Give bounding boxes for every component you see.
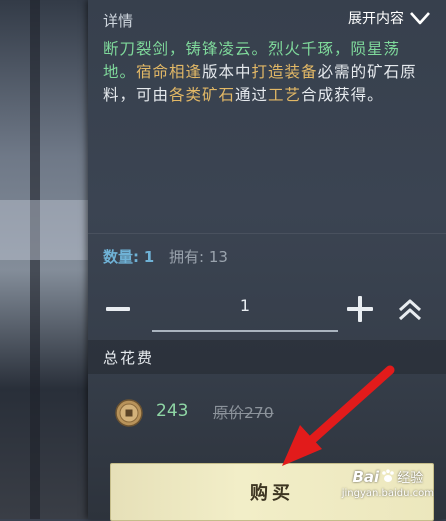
expand-content-button[interactable]: 展开内容 — [348, 8, 430, 28]
decrease-quantity-button[interactable] — [106, 297, 130, 321]
watermark-brand: Bai — [352, 468, 380, 486]
chevron-down-icon — [410, 12, 430, 25]
details-title: 详情 — [103, 12, 134, 30]
owned-label: 拥有: — [169, 248, 205, 266]
quantity-label: 数量: — [103, 248, 139, 266]
quantity-row: 数量: 1 拥有: 13 — [103, 246, 228, 267]
copper-coin-icon — [115, 399, 143, 427]
divider — [88, 233, 446, 234]
double-chevron-up-icon — [398, 299, 422, 321]
quantity-underline — [152, 330, 338, 332]
quantity-input[interactable]: 1 — [152, 296, 338, 315]
item-description: 断刀裂剑，铸锋凌云。烈火千琢，陨星荡地。宿命相逢版本中打造装备必需的矿石原料，可… — [103, 38, 431, 107]
description-segment: 版本中 — [202, 63, 252, 81]
quantity-value: 1 — [143, 248, 155, 266]
total-cost-title: 总花费 — [103, 349, 155, 367]
description-segment: 通过 — [235, 86, 269, 104]
expand-label: 展开内容 — [348, 11, 404, 27]
max-quantity-button[interactable] — [396, 296, 424, 324]
description-segment: 打造装备 — [251, 63, 318, 81]
baidu-paw-icon — [382, 469, 395, 482]
description-segment: 合成获得。 — [301, 86, 384, 104]
watermark-url: jingyan.baidu.com — [341, 488, 434, 499]
watermark-suffix: 经验 — [397, 471, 424, 486]
current-price: 243 — [156, 401, 189, 421]
baidu-jingyan-watermark: Bai 经验 jingyan.baidu.com — [342, 467, 434, 499]
description-segment: 工艺 — [268, 86, 302, 104]
description-segment: 宿命相逢 — [136, 63, 203, 81]
background-scene — [0, 0, 90, 519]
item-detail-panel: 详情 展开内容 断刀裂剑，铸锋凌云。烈火千琢，陨星荡地。宿命相逢版本中打造装备必… — [88, 0, 446, 521]
description-segment: 各类矿石 — [169, 86, 236, 104]
increase-quantity-button[interactable] — [347, 296, 373, 322]
original-price: 原价270 — [213, 404, 274, 422]
owned-value: 13 — [208, 248, 228, 266]
